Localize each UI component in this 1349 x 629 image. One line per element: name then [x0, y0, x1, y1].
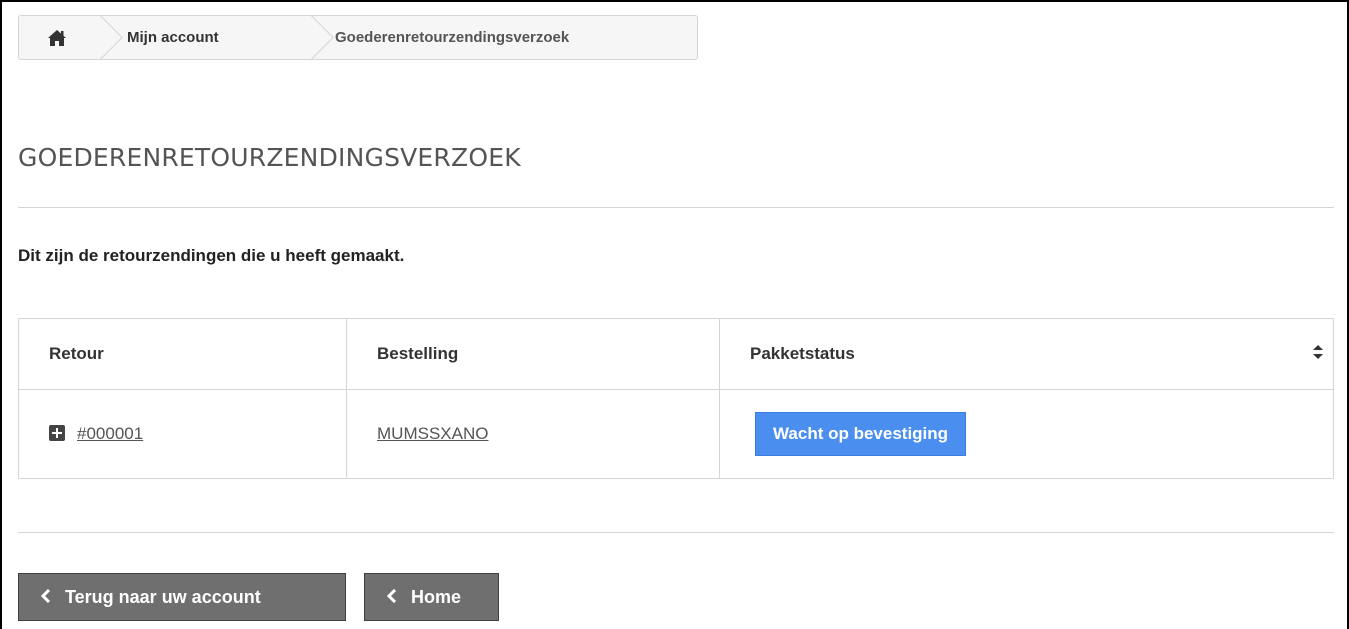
cell-pakketstatus: Wacht op bevestiging [719, 389, 1334, 479]
header-pakketstatus-label: Pakketstatus [750, 344, 855, 363]
home-button[interactable]: Home [364, 573, 499, 621]
page-frame [0, 0, 1349, 629]
back-to-account-label: Terug naar uw account [65, 586, 261, 607]
status-badge: Wacht op bevestiging [755, 412, 967, 456]
header-pakketstatus[interactable]: Pakketstatus [719, 318, 1334, 390]
returns-table: Retour Bestelling Pakketstatus #000001 M… [18, 318, 1334, 479]
return-link[interactable]: #000001 [77, 424, 143, 443]
divider [18, 532, 1334, 533]
chevron-left-icon [40, 587, 51, 608]
back-to-account-button[interactable]: Terug naar uw account [18, 573, 346, 621]
page-title: GOEDERENRETOURZENDINGSVERZOEK [18, 143, 521, 172]
cell-retour: #000001 [18, 389, 347, 479]
expand-plus-icon[interactable] [49, 425, 65, 441]
breadcrumb-current: Goederenretourzendingsverzoek [335, 29, 570, 46]
breadcrumb-my-account[interactable]: Mijn account [103, 16, 313, 59]
home-icon [47, 29, 67, 47]
table-row: #000001 MUMSSXANO Wacht op bevestiging [18, 389, 1334, 479]
cell-bestelling: MUMSSXANO [346, 389, 720, 479]
sort-icon[interactable] [1313, 344, 1323, 364]
header-retour[interactable]: Retour [18, 318, 347, 390]
home-button-label: Home [411, 586, 462, 607]
chevron-left-icon [386, 587, 397, 608]
table-header-row: Retour Bestelling Pakketstatus [18, 318, 1334, 390]
intro-text: Dit zijn de retourzendingen die u heeft … [18, 246, 405, 265]
divider [18, 207, 1334, 208]
order-link[interactable]: MUMSSXANO [377, 424, 488, 443]
breadcrumb: Mijn account Goederenretourzendingsverzo… [18, 15, 698, 60]
header-bestelling[interactable]: Bestelling [346, 318, 720, 390]
